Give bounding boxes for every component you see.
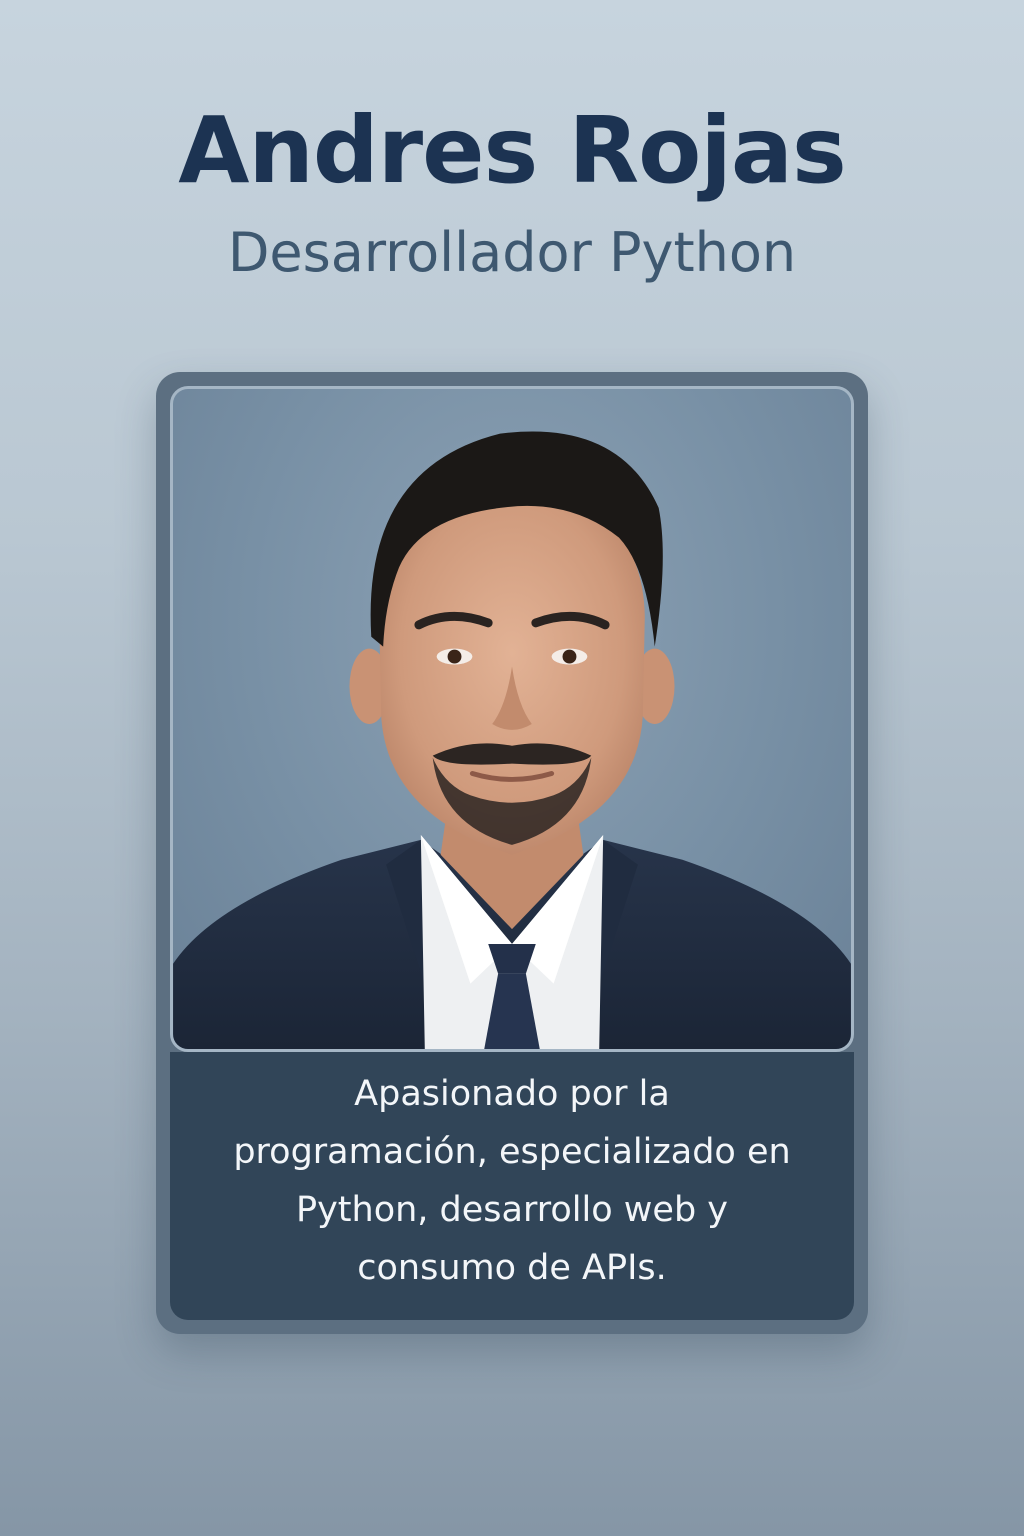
profile-bio: Apasionado por la programación, especial…	[233, 1074, 791, 1288]
profile-name: Andres Rojas	[178, 97, 847, 204]
profile-photo	[170, 386, 854, 1052]
bio-panel: Apasionado por la programación, especial…	[170, 1052, 854, 1320]
profile-role: Desarrollador Python	[227, 221, 797, 285]
profile-card: Apasionado por la programación, especial…	[156, 372, 868, 1334]
profile-header: Andres Rojas Desarrollador Python	[0, 100, 1024, 283]
portrait-illustration	[173, 431, 851, 1049]
